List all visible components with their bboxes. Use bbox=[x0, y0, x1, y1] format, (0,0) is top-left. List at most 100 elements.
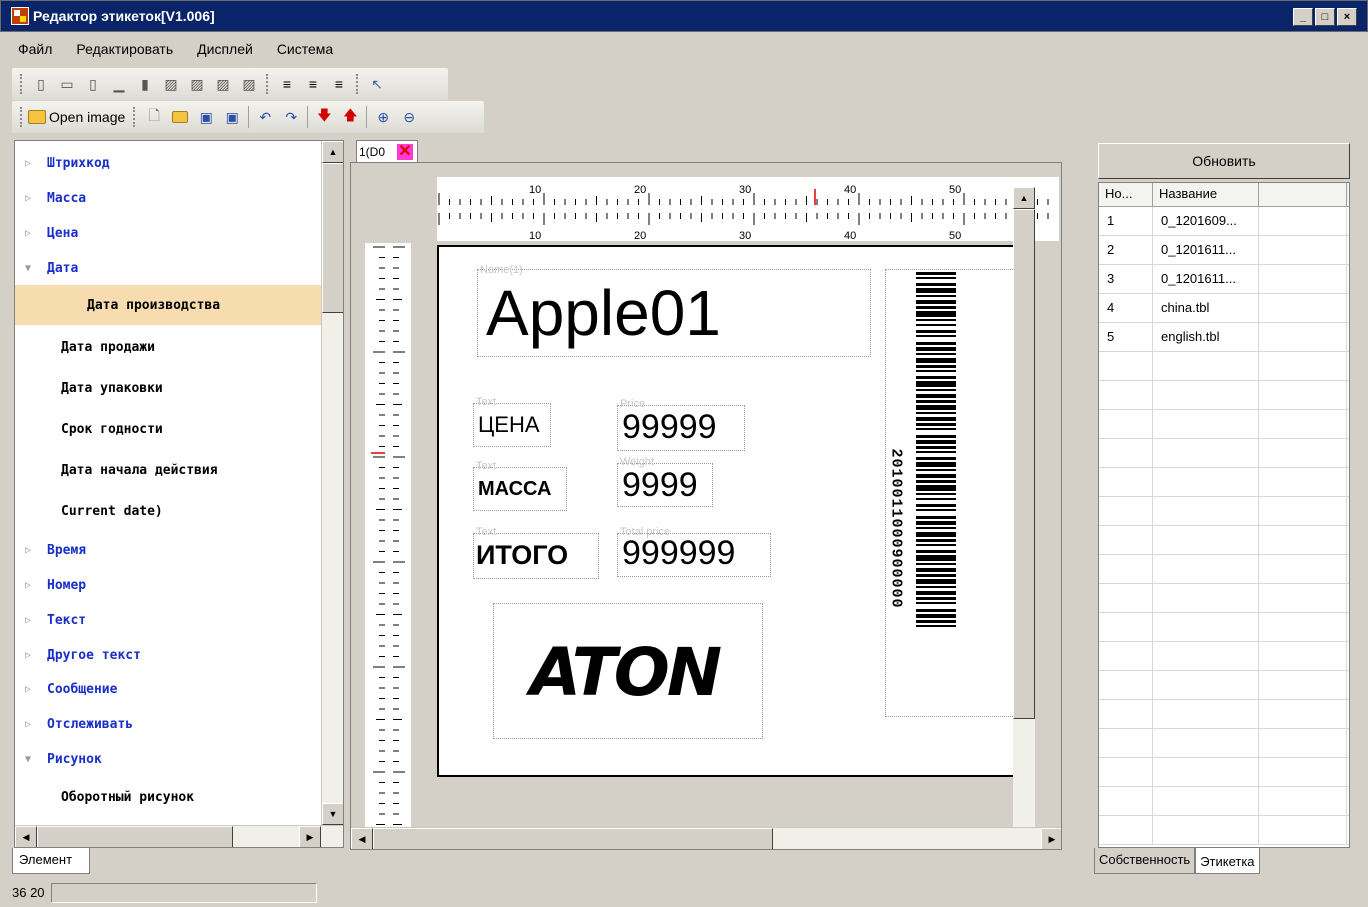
tree-item-time[interactable]: ▷ Время bbox=[15, 534, 321, 566]
scroll-right-icon[interactable]: ▶ bbox=[299, 826, 321, 847]
text-center-icon[interactable]: ≡ bbox=[276, 73, 298, 95]
collapse-arrow-icon[interactable]: ▼ bbox=[25, 263, 37, 274]
weight-field[interactable]: Weight 9999 bbox=[617, 456, 713, 507]
expand-arrow-icon[interactable]: ▷ bbox=[25, 719, 37, 730]
price-field[interactable]: Price 99999 bbox=[617, 398, 745, 451]
scroll-right-icon[interactable]: ▶ bbox=[1041, 828, 1061, 849]
minimize-button[interactable]: _ bbox=[1293, 8, 1313, 26]
text-field-price-label[interactable]: Text ЦЕНА bbox=[473, 396, 551, 447]
tree-item-current-date[interactable]: Current date) bbox=[15, 495, 321, 527]
refresh-button[interactable]: Обновить bbox=[1098, 143, 1350, 179]
align-bottom-icon[interactable]: ▁ bbox=[108, 73, 130, 95]
tree-item-price[interactable]: ▷ Цена bbox=[15, 217, 321, 249]
scroll-thumb[interactable] bbox=[373, 828, 773, 849]
tree-vertical-scrollbar[interactable]: ▲ ▼ bbox=[321, 141, 343, 825]
maximize-button[interactable]: □ bbox=[1315, 8, 1335, 26]
expand-arrow-icon[interactable]: ▷ bbox=[25, 228, 37, 239]
redo-icon[interactable]: ↷ bbox=[280, 106, 302, 128]
scroll-thumb[interactable] bbox=[37, 826, 233, 847]
menu-display[interactable]: Дисплей bbox=[197, 41, 253, 57]
toolbar-grip[interactable] bbox=[20, 74, 24, 94]
tree-item-shelf-life[interactable]: Срок годности bbox=[15, 413, 321, 445]
tree-item-number[interactable]: ▷ Номер bbox=[15, 569, 321, 601]
tree-item-pack-date[interactable]: Дата упаковки bbox=[15, 372, 321, 404]
pointer-icon[interactable]: ↖ bbox=[366, 73, 388, 95]
image-fit-icon[interactable]: ▨ bbox=[238, 73, 260, 95]
toolbar-grip[interactable] bbox=[133, 107, 137, 127]
arrow-up-icon[interactable]: 🡅 bbox=[339, 106, 361, 128]
column-header-empty[interactable] bbox=[1259, 183, 1347, 206]
toolbar-grip[interactable] bbox=[356, 74, 360, 94]
tree-item-other-text[interactable]: ▷ Другое текст bbox=[15, 639, 321, 671]
table-row[interactable]: 2 0_1201611... bbox=[1099, 236, 1349, 265]
arrow-down-icon[interactable]: 🡇 bbox=[313, 106, 335, 128]
table-row[interactable]: 5 english.tbl bbox=[1099, 323, 1349, 352]
close-tab-icon[interactable]: ✕ bbox=[397, 144, 413, 160]
tree-item-date[interactable]: ▼ Дата bbox=[15, 252, 321, 284]
save-all-icon[interactable]: ▣ bbox=[221, 106, 243, 128]
scroll-down-icon[interactable]: ▼ bbox=[322, 803, 343, 825]
new-file-icon[interactable]: 🗋 bbox=[143, 106, 165, 128]
zoom-in-icon[interactable]: ⊕ bbox=[372, 106, 394, 128]
text-field-weight-label[interactable]: Text МАССА bbox=[473, 460, 567, 511]
column-header-name[interactable]: Название bbox=[1153, 183, 1259, 206]
tree-item-text[interactable]: ▷ Текст bbox=[15, 604, 321, 636]
image-left-icon[interactable]: ▨ bbox=[160, 73, 182, 95]
scroll-up-icon[interactable]: ▲ bbox=[1013, 187, 1035, 209]
text-left-icon[interactable]: ≡ bbox=[302, 73, 324, 95]
canvas-area[interactable]: 10 20 30 40 50 10 20 30 40 50 Name(1) Ap… bbox=[350, 162, 1062, 850]
menu-file[interactable]: Файл bbox=[18, 41, 52, 57]
barcode-field[interactable]: 2010011000900000 bbox=[885, 269, 1023, 717]
text-justify-icon[interactable]: ≡ bbox=[328, 73, 350, 95]
expand-arrow-icon[interactable]: ▷ bbox=[25, 650, 37, 661]
expand-arrow-icon[interactable]: ▷ bbox=[25, 158, 37, 169]
tab-element[interactable]: Элемент bbox=[12, 848, 90, 874]
table-row[interactable]: 3 0_1201611... bbox=[1099, 265, 1349, 294]
undo-icon[interactable]: ↶ bbox=[254, 106, 276, 128]
close-button[interactable]: × bbox=[1337, 8, 1357, 26]
align-center-h-icon[interactable]: ▯ bbox=[82, 73, 104, 95]
expand-arrow-icon[interactable]: ▷ bbox=[25, 580, 37, 591]
text-field-total-label[interactable]: Text ИТОГО bbox=[473, 526, 599, 579]
tree-item-picture[interactable]: ▼ Рисунок bbox=[15, 743, 321, 775]
zoom-out-icon[interactable]: ⊖ bbox=[398, 106, 420, 128]
total-price-field[interactable]: Total price 999999 bbox=[617, 526, 771, 577]
document-tab[interactable]: 1(D0 ✕ bbox=[356, 140, 418, 164]
image-stretch-icon[interactable]: ▨ bbox=[212, 73, 234, 95]
table-row[interactable]: 4 china.tbl bbox=[1099, 294, 1349, 323]
tree-item-message[interactable]: ▷ Сообщение bbox=[15, 673, 321, 705]
scroll-left-icon[interactable]: ◀ bbox=[351, 828, 373, 849]
align-left-icon[interactable]: ▯ bbox=[30, 73, 52, 95]
tree-horizontal-scrollbar[interactable]: ◀ ▶ bbox=[15, 825, 343, 847]
align-top-icon[interactable]: ▭ bbox=[56, 73, 78, 95]
logo-image[interactable]: ATON bbox=[493, 603, 763, 739]
name-field[interactable]: Name(1) Apple01 bbox=[477, 264, 871, 357]
tree-item-reverse-picture[interactable]: Оборотный рисунок bbox=[15, 781, 321, 813]
tab-properties[interactable]: Собственность bbox=[1094, 848, 1196, 874]
tree-item-tracking[interactable]: ▷ Отслеживать bbox=[15, 708, 321, 740]
canvas-horizontal-scrollbar[interactable]: ◀ ▶ bbox=[351, 827, 1061, 849]
tree-item-production-date[interactable]: Дата производства bbox=[15, 285, 321, 325]
tree-item-sale-date[interactable]: Дата продажи bbox=[15, 331, 321, 363]
toolbar-grip[interactable] bbox=[20, 107, 24, 127]
tree-item-weight[interactable]: ▷ Масса bbox=[15, 182, 321, 214]
image-right-icon[interactable]: ▨ bbox=[186, 73, 208, 95]
canvas-vertical-scrollbar[interactable]: ▲ ▼ bbox=[1013, 187, 1035, 849]
menu-edit[interactable]: Редактировать bbox=[76, 41, 173, 57]
column-header-no[interactable]: Но... bbox=[1099, 183, 1153, 206]
expand-arrow-icon[interactable]: ▷ bbox=[25, 545, 37, 556]
open-image-button[interactable]: Open image bbox=[28, 109, 125, 125]
scroll-up-icon[interactable]: ▲ bbox=[322, 141, 343, 163]
align-right-icon[interactable]: ▮ bbox=[134, 73, 156, 95]
tree-item-barcode[interactable]: ▷ Штрихкод bbox=[15, 147, 321, 179]
tree-item-start-date[interactable]: Дата начала действия bbox=[15, 454, 321, 486]
menu-system[interactable]: Система bbox=[277, 41, 333, 57]
expand-arrow-icon[interactable]: ▷ bbox=[25, 615, 37, 626]
expand-arrow-icon[interactable]: ▷ bbox=[25, 684, 37, 695]
collapse-arrow-icon[interactable]: ▼ bbox=[25, 754, 37, 765]
save-icon[interactable]: ▣ bbox=[195, 106, 217, 128]
label-canvas[interactable]: Name(1) Apple01 Text ЦЕНА Price 99999 Te… bbox=[437, 245, 1035, 777]
open-folder-icon[interactable] bbox=[169, 106, 191, 128]
table-row[interactable]: 1 0_1201609... bbox=[1099, 207, 1349, 236]
expand-arrow-icon[interactable]: ▷ bbox=[25, 193, 37, 204]
